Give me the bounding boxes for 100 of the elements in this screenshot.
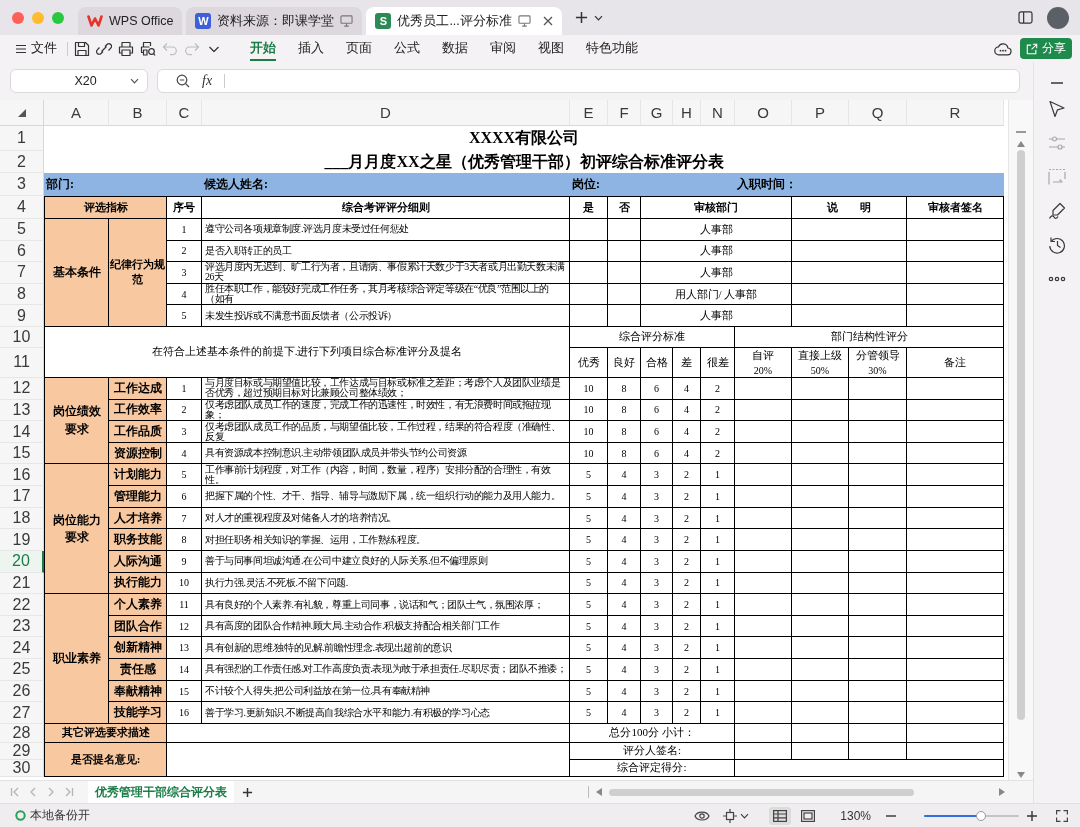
row-header[interactable]: 4 [0, 196, 44, 219]
scroll-down-icon[interactable] [1017, 772, 1025, 778]
zoom-slider[interactable] [924, 809, 1019, 822]
ribbon-tab[interactable]: 插入 [287, 35, 335, 62]
function-button[interactable]: fx [202, 73, 213, 89]
window-tab[interactable]: WPS Office [78, 7, 183, 35]
split-handle-icon[interactable] [1016, 131, 1026, 133]
ribbon-tab[interactable]: 审阅 [479, 35, 527, 62]
row-header[interactable]: 5 [0, 219, 44, 241]
window-tab[interactable]: W 资料来源：即课学堂 [186, 7, 363, 35]
row-header[interactable]: 15 [0, 442, 44, 465]
scrollbar-thumb[interactable] [609, 788, 914, 796]
row-header[interactable]: 19 [0, 529, 44, 551]
fullscreen-icon[interactable] [1056, 809, 1068, 822]
scrollbar-thumb[interactable] [1017, 150, 1025, 720]
save-icon[interactable] [74, 40, 90, 57]
target-icon[interactable] [723, 808, 738, 823]
plus-icon[interactable] [1027, 810, 1037, 821]
number-cell: 4 [167, 442, 202, 465]
row-header[interactable]: 17 [0, 486, 44, 508]
cursor-icon[interactable] [1048, 100, 1066, 118]
row-header[interactable]: 27 [0, 702, 44, 724]
plus-icon[interactable] [242, 786, 253, 798]
item-name-cell: 执行能力 [109, 572, 167, 595]
column-header[interactable]: A [44, 100, 109, 126]
column-header[interactable]: H [673, 100, 701, 126]
file-menu[interactable]: 文件 [14, 37, 59, 60]
scroll-up-icon[interactable] [1017, 141, 1025, 147]
row-header[interactable]: 16 [0, 464, 44, 487]
print-preview-icon[interactable] [140, 40, 156, 57]
share-button[interactable]: 分享 [1020, 38, 1072, 59]
avatar-icon[interactable] [1047, 6, 1069, 29]
column-header[interactable]: B [109, 100, 167, 126]
eye-icon[interactable] [694, 809, 711, 822]
pen-icon[interactable] [1048, 202, 1066, 220]
row-header[interactable]: 18 [0, 507, 44, 530]
column-header[interactable]: F [608, 100, 641, 126]
row-header[interactable]: 13 [0, 399, 44, 422]
column-header[interactable]: P [792, 100, 849, 126]
row-header[interactable]: 25 [0, 659, 44, 681]
blank-cell [849, 486, 907, 508]
vertical-scrollbar[interactable] [1008, 100, 1033, 780]
row-header[interactable]: 14 [0, 421, 44, 443]
scroll-right-icon[interactable] [999, 788, 1005, 796]
close-icon[interactable] [542, 16, 553, 26]
window-tab[interactable]: S 优秀员工...评分标准 [366, 7, 562, 35]
row-header[interactable]: 9 [0, 305, 44, 327]
category-cell: 岗位能力要求 [44, 464, 109, 595]
row-header[interactable]: 6 [0, 240, 44, 263]
score-cell: 6 [641, 377, 673, 400]
column-header[interactable]: O [735, 100, 792, 126]
zoom-level[interactable]: 130% [840, 808, 871, 823]
zoom-icon[interactable] [176, 74, 190, 88]
ribbon-tab[interactable]: 数据 [431, 35, 479, 62]
caret-icon[interactable] [740, 812, 750, 819]
ribbon-tab[interactable]: 开始 [239, 35, 287, 62]
row-header[interactable]: 20 [0, 550, 44, 573]
ribbon-tab[interactable]: 视图 [527, 35, 575, 62]
scroll-left-icon[interactable] [596, 788, 602, 796]
select-all-icon[interactable] [17, 108, 26, 117]
column-header[interactable]: C [167, 100, 202, 126]
monitor-icon[interactable] [517, 15, 531, 27]
plus-icon[interactable] [574, 11, 588, 24]
history-icon[interactable] [1048, 236, 1066, 254]
view-mode-button[interactable] [769, 806, 792, 825]
link-icon[interactable] [96, 40, 112, 57]
column-header[interactable]: G [641, 100, 673, 126]
weight-label: 20% [753, 365, 773, 377]
row-header[interactable]: 3 [0, 173, 44, 196]
slider-thumb[interactable] [976, 810, 986, 821]
blank-cell [735, 572, 792, 595]
row-header[interactable]: 26 [0, 680, 44, 703]
row-header[interactable]: 10 [0, 326, 44, 348]
caret-icon[interactable] [130, 78, 139, 84]
cloud-icon[interactable] [994, 41, 1012, 56]
name-box[interactable]: X20 [10, 69, 148, 93]
row-header[interactable]: 24 [0, 637, 44, 660]
column-header[interactable]: E [570, 100, 608, 126]
row-header[interactable]: 11 [0, 347, 44, 378]
column-header[interactable]: N [701, 100, 735, 126]
row-header[interactable]: 1 [0, 126, 44, 151]
column-header[interactable]: D [202, 100, 570, 126]
caret-icon[interactable] [593, 14, 603, 21]
ribbon-tab[interactable]: 页面 [335, 35, 383, 62]
row-header[interactable]: 22 [0, 594, 44, 616]
row-header[interactable]: 12 [0, 377, 44, 400]
panel-icon[interactable] [1018, 11, 1033, 24]
row-header[interactable]: 8 [0, 283, 44, 306]
row-header[interactable]: 2 [0, 151, 44, 173]
column-header[interactable]: Q [849, 100, 907, 126]
sheet-tab[interactable]: 优秀管理干部综合评分表 [88, 781, 234, 803]
backup-status[interactable]: 本地备份开 [30, 807, 90, 824]
print-icon[interactable] [118, 40, 134, 57]
row-header[interactable]: 23 [0, 615, 44, 638]
row-header[interactable]: 7 [0, 262, 44, 284]
ribbon-tab[interactable]: 特色功能 [575, 35, 649, 62]
ribbon-tab[interactable]: 公式 [383, 35, 431, 62]
row-header[interactable]: 21 [0, 572, 44, 595]
formula-field[interactable]: fx [157, 69, 1020, 93]
column-header[interactable]: R [907, 100, 1004, 126]
